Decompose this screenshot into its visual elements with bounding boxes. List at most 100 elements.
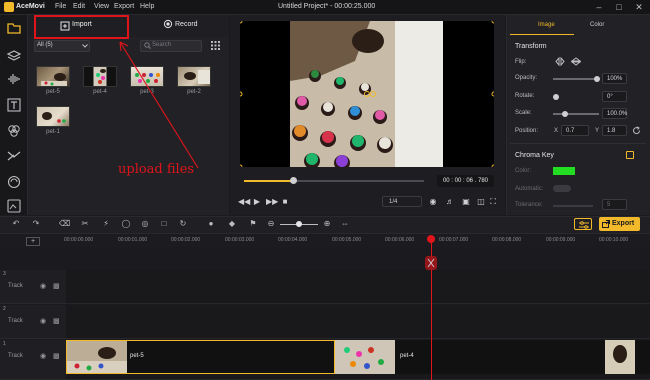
tolerance-slider[interactable] xyxy=(553,205,593,207)
timeline-settings-button[interactable] xyxy=(574,218,592,230)
opacity-label: Opacity: xyxy=(515,75,538,81)
crop-icon[interactable]: □ xyxy=(159,219,169,229)
minimize-icon[interactable]: – xyxy=(592,1,606,13)
timeline-clip-pet-4[interactable] xyxy=(335,340,650,374)
timeline-clip-pet-5[interactable] xyxy=(66,340,335,374)
marker-icon[interactable]: ⚑ xyxy=(248,219,258,229)
mask-icon[interactable]: ◯ xyxy=(121,219,131,229)
media-label-pet-1: pet-1 xyxy=(46,129,60,135)
scale-slider-handle[interactable] xyxy=(562,111,568,117)
fit-timeline-icon[interactable]: ⇔ xyxy=(340,219,350,229)
text-icon[interactable] xyxy=(6,97,22,113)
layers-icon[interactable] xyxy=(6,48,22,64)
rotate-dial[interactable] xyxy=(553,94,559,100)
flip-label: Flip: xyxy=(515,59,527,65)
zoom-in-icon[interactable]: ⊕ xyxy=(322,219,332,229)
track-row-2[interactable] xyxy=(66,305,650,339)
chroma-color-label: Color: xyxy=(515,168,532,174)
preview-progress-handle[interactable] xyxy=(289,177,297,184)
compare-icon[interactable]: ◫ xyxy=(476,197,486,206)
scale-field[interactable]: 100.0% xyxy=(602,108,627,119)
microphone-icon[interactable]: ● xyxy=(206,219,216,229)
media-thumb-pet-1[interactable] xyxy=(36,106,70,127)
preview-video-frame xyxy=(237,18,497,171)
media-folder-icon[interactable] xyxy=(6,20,22,36)
opacity-slider[interactable] xyxy=(553,78,599,80)
zoom-out-icon[interactable]: ⊖ xyxy=(266,219,276,229)
tolerance-field[interactable]: 5 xyxy=(602,199,627,210)
stop-icon[interactable]: ■ xyxy=(280,197,290,206)
flip-vertical-icon[interactable] xyxy=(571,57,581,66)
media-label-pet-5: pet-5 xyxy=(46,89,60,95)
lock-icon[interactable]: ▩ xyxy=(53,282,60,290)
rotate-tool-icon[interactable]: ↻ xyxy=(178,219,188,229)
speed-icon[interactable]: ⚡ xyxy=(101,219,111,229)
opacity-slider-handle[interactable] xyxy=(594,76,600,82)
annotation-arrow xyxy=(119,41,199,169)
media-thumb-pet-5[interactable] xyxy=(36,66,70,87)
zoom-slider-handle[interactable] xyxy=(296,221,302,227)
track-number: 3 xyxy=(3,271,6,277)
fit-screen-icon[interactable]: ▣ xyxy=(461,197,471,206)
close-icon[interactable]: ✕ xyxy=(632,1,646,13)
audio-wave-icon[interactable] xyxy=(6,71,22,87)
scale-slider[interactable] xyxy=(553,113,599,115)
position-x-field[interactable]: 0.7 xyxy=(561,125,589,136)
playhead-split-marker[interactable] xyxy=(425,256,437,270)
record-button[interactable]: Record xyxy=(175,21,198,28)
redo-icon[interactable]: ↷ xyxy=(31,219,41,229)
maximize-icon[interactable]: □ xyxy=(612,1,626,13)
flip-horizontal-icon[interactable] xyxy=(555,57,565,66)
chroma-key-checkbox[interactable] xyxy=(626,151,634,159)
annotation-text: upload files xyxy=(118,162,195,177)
tab-color[interactable]: Color xyxy=(590,22,604,28)
playhead-handle[interactable] xyxy=(427,235,435,243)
lock-icon[interactable]: ▩ xyxy=(53,317,60,325)
eye-icon[interactable]: ◉ xyxy=(40,352,46,360)
opacity-field[interactable]: 100% xyxy=(602,73,627,84)
fullscreen-icon[interactable]: ⛶ xyxy=(488,197,498,207)
ruler-tick: 00:00:09.000 xyxy=(546,237,576,243)
chroma-color-swatch[interactable] xyxy=(553,167,575,175)
sticker-icon[interactable] xyxy=(6,198,22,214)
menu-help[interactable]: Help xyxy=(140,3,154,10)
ruler-tick: 00:00:03.000 xyxy=(225,237,255,243)
ruler-tick: 00:00:04.000 xyxy=(278,237,308,243)
snapshot-icon[interactable]: ◉ xyxy=(428,197,438,206)
chevron-down-icon xyxy=(82,44,88,48)
track-label: Track xyxy=(8,353,23,359)
add-track-button[interactable]: + xyxy=(26,237,40,246)
record-icon[interactable] xyxy=(163,19,173,29)
next-frame-icon[interactable]: ▶▶ xyxy=(266,197,278,206)
track-row-3[interactable] xyxy=(66,270,650,304)
preview-canvas[interactable] xyxy=(237,18,497,171)
lock-icon[interactable]: ▩ xyxy=(53,352,60,360)
track-number: 1 xyxy=(3,341,6,347)
shield-icon[interactable]: ◆ xyxy=(227,219,237,229)
track-number: 2 xyxy=(3,306,6,312)
undo-icon[interactable]: ↶ xyxy=(11,219,21,229)
chroma-automatic-toggle[interactable] xyxy=(553,185,571,192)
transition-icon[interactable] xyxy=(6,148,22,164)
menu-file[interactable]: File xyxy=(55,3,66,10)
menu-export[interactable]: Export xyxy=(114,3,134,10)
menu-edit[interactable]: Edit xyxy=(73,3,85,10)
tab-image[interactable]: Image xyxy=(538,22,555,28)
position-y-field[interactable]: 1.8 xyxy=(602,125,627,136)
export-icon xyxy=(602,220,610,228)
menu-view[interactable]: View xyxy=(94,3,109,10)
delete-icon[interactable]: ⌫ xyxy=(59,219,70,229)
prev-frame-icon[interactable]: ◀◀ xyxy=(238,197,250,206)
rotate-field[interactable]: 0° xyxy=(602,91,627,102)
preview-ratio-select[interactable]: 1/4 xyxy=(382,196,422,207)
split-icon xyxy=(427,258,435,268)
reset-icon[interactable] xyxy=(632,126,641,135)
volume-icon[interactable]: ♬ xyxy=(445,197,455,206)
filter-icon[interactable] xyxy=(6,174,22,190)
eye-icon[interactable]: ◉ xyxy=(40,317,46,325)
eye-icon[interactable]: ◉ xyxy=(40,282,46,290)
play-icon[interactable]: ▶ xyxy=(252,197,262,206)
effects-icon[interactable] xyxy=(6,123,22,139)
keyframe-icon[interactable]: ◎ xyxy=(140,219,150,229)
cut-icon[interactable]: ✂ xyxy=(80,219,90,229)
